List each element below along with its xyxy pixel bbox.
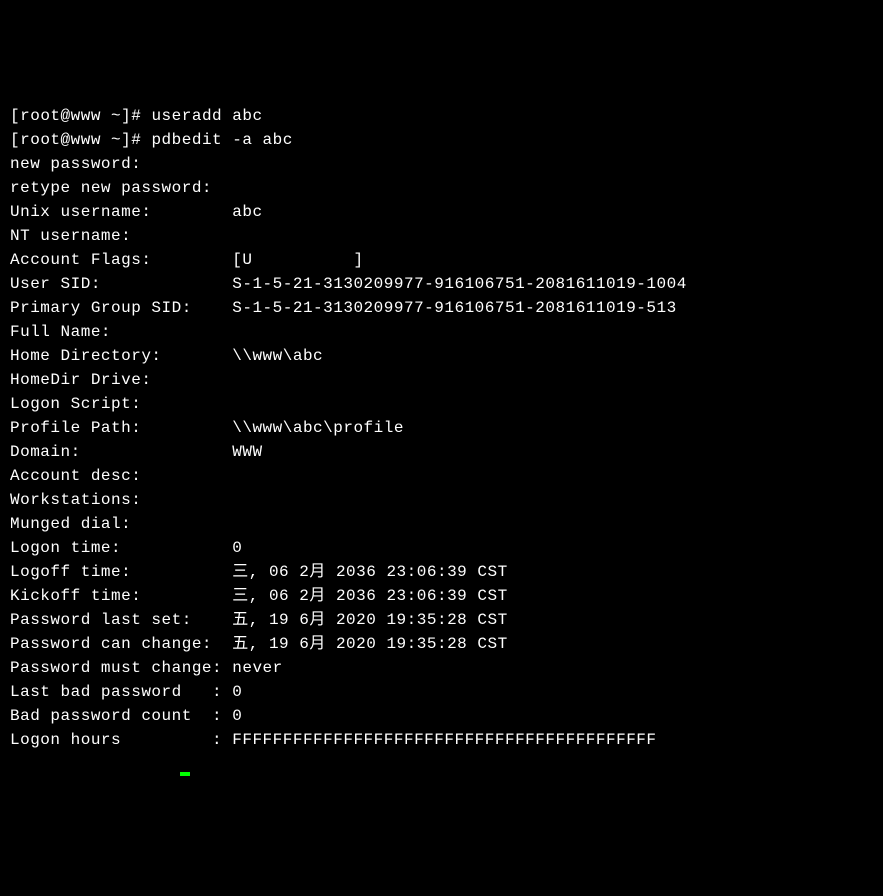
field-home-directory: Home Directory: \\www\abc	[10, 344, 873, 368]
prompt-bracket-close: ]#	[121, 131, 151, 149]
field-label: Profile Path:	[10, 419, 232, 437]
field-label: Password must change:	[10, 659, 232, 677]
field-primary-group-sid: Primary Group SID: S-1-5-21-3130209977-9…	[10, 296, 873, 320]
field-label: Logon hours :	[10, 731, 232, 749]
field-label: Full Name:	[10, 323, 111, 341]
field-password-last-set: Password last set: 五, 19 6月 2020 19:35:2…	[10, 608, 873, 632]
field-label: Domain:	[10, 443, 232, 461]
field-value: S-1-5-21-3130209977-916106751-2081611019…	[232, 275, 687, 293]
command-text: useradd abc	[151, 107, 262, 125]
field-label: Primary Group SID:	[10, 299, 232, 317]
prompt-bracket-close: ]#	[121, 107, 151, 125]
field-label: Kickoff time:	[10, 587, 232, 605]
field-label: NT username:	[10, 227, 131, 245]
field-logon-hours: Logon hours : FFFFFFFFFFFFFFFFFFFFFFFFFF…	[10, 728, 873, 752]
field-label: Account desc:	[10, 467, 141, 485]
field-value: S-1-5-21-3130209977-916106751-2081611019…	[232, 299, 676, 317]
field-value: 0	[232, 707, 242, 725]
field-bad-password-count: Bad password count : 0	[10, 704, 873, 728]
retype-password-prompt: retype new password:	[10, 176, 873, 200]
field-domain: Domain: WWW	[10, 440, 873, 464]
field-account-flags: Account Flags: [U ]	[10, 248, 873, 272]
terminal-output[interactable]: [root@www ~]# useradd abc[root@www ~]# p…	[10, 104, 873, 776]
field-password-can-change: Password can change: 五, 19 6月 2020 19:35…	[10, 632, 873, 656]
field-nt-username: NT username:	[10, 224, 873, 248]
field-label: HomeDir Drive:	[10, 371, 151, 389]
prompt-line-2: [root@www ~]# pdbedit -a abc	[10, 128, 873, 152]
field-value: WWW	[232, 443, 262, 461]
field-workstations: Workstations:	[10, 488, 873, 512]
field-label: Bad password count :	[10, 707, 232, 725]
field-value: FFFFFFFFFFFFFFFFFFFFFFFFFFFFFFFFFFFFFFFF…	[232, 731, 656, 749]
prompt-bracket-open: [	[10, 131, 20, 149]
field-label: Logon time:	[10, 539, 232, 557]
field-label: Unix username:	[10, 203, 232, 221]
prompt-line-1: [root@www ~]# useradd abc	[10, 104, 873, 128]
field-logon-time: Logon time: 0	[10, 536, 873, 560]
field-label: Munged dial:	[10, 515, 131, 533]
field-homedir-drive: HomeDir Drive:	[10, 368, 873, 392]
field-value: [U ]	[232, 251, 363, 269]
field-value: 0	[232, 539, 242, 557]
field-profile-path: Profile Path: \\www\abc\profile	[10, 416, 873, 440]
field-full-name: Full Name:	[10, 320, 873, 344]
field-label: Logoff time:	[10, 563, 232, 581]
field-value: 三, 06 2月 2036 23:06:39 CST	[232, 563, 507, 581]
field-user-sid: User SID: S-1-5-21-3130209977-916106751-…	[10, 272, 873, 296]
prompt-user-host: root@www	[20, 131, 101, 149]
field-label: User SID:	[10, 275, 232, 293]
field-value: 三, 06 2月 2036 23:06:39 CST	[232, 587, 507, 605]
field-label: Account Flags:	[10, 251, 232, 269]
field-logoff-time: Logoff time: 三, 06 2月 2036 23:06:39 CST	[10, 560, 873, 584]
field-value: 五, 19 6月 2020 19:35:28 CST	[232, 635, 507, 653]
field-value: 五, 19 6月 2020 19:35:28 CST	[232, 611, 507, 629]
field-value: \\www\abc\profile	[232, 419, 404, 437]
field-value: 0	[232, 683, 242, 701]
terminal-cursor	[180, 772, 190, 776]
new-password-prompt: new password:	[10, 152, 873, 176]
field-value: abc	[232, 203, 262, 221]
field-munged-dial: Munged dial:	[10, 512, 873, 536]
field-label: Workstations:	[10, 491, 141, 509]
command-text: pdbedit -a abc	[151, 131, 292, 149]
prompt-path: ~	[101, 107, 121, 125]
field-password-must-change: Password must change: never	[10, 656, 873, 680]
field-value: never	[232, 659, 283, 677]
prompt-user-host: root@www	[20, 107, 101, 125]
field-unix-username: Unix username: abc	[10, 200, 873, 224]
field-account-desc: Account desc:	[10, 464, 873, 488]
field-label: Password last set:	[10, 611, 232, 629]
field-kickoff-time: Kickoff time: 三, 06 2月 2036 23:06:39 CST	[10, 584, 873, 608]
prompt-bracket-open: [	[10, 107, 20, 125]
field-logon-script: Logon Script:	[10, 392, 873, 416]
prompt-path: ~	[101, 131, 121, 149]
field-label: Last bad password :	[10, 683, 232, 701]
field-label: Home Directory:	[10, 347, 232, 365]
field-value: \\www\abc	[232, 347, 323, 365]
field-label: Password can change:	[10, 635, 232, 653]
field-label: Logon Script:	[10, 395, 141, 413]
